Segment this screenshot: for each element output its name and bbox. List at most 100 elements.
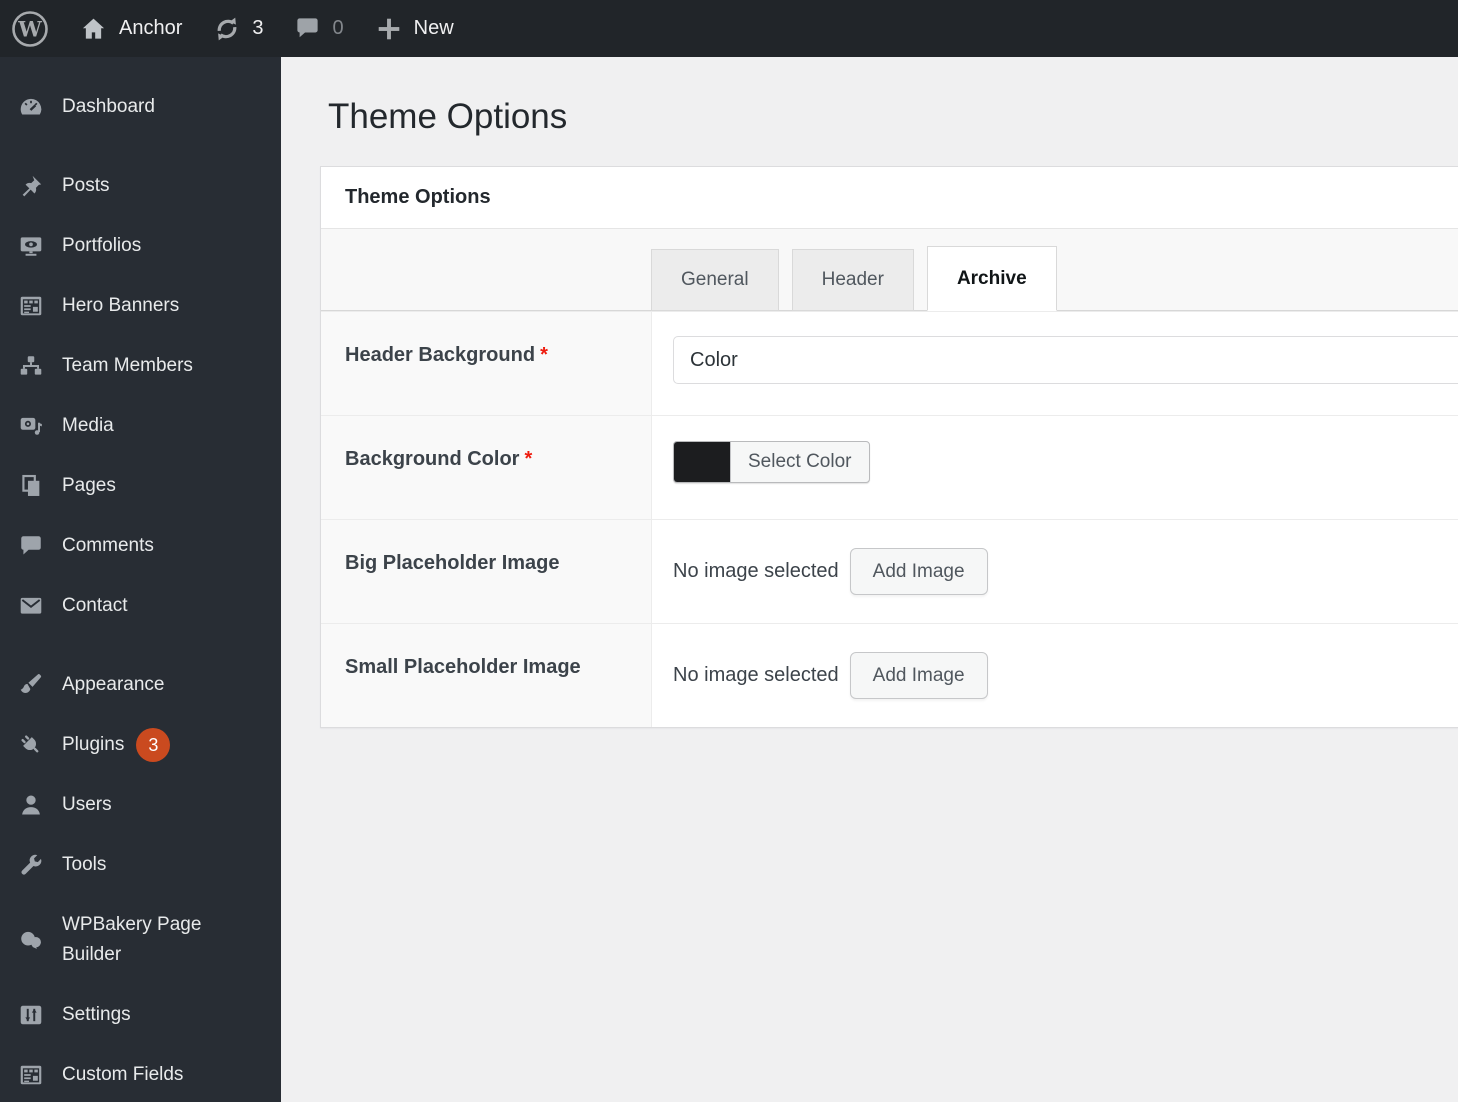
sidebar-item-label: Media <box>62 415 114 436</box>
updates-icon <box>212 14 242 44</box>
sidebar-item-label: Contact <box>62 595 128 616</box>
camera-note-icon <box>18 413 44 439</box>
comments-count: 0 <box>332 17 344 39</box>
add-image-button[interactable]: Add Image <box>849 652 988 699</box>
wordpress-admin: W Anchor 3 0 New Dashboard Posts Portfol… <box>0 0 1458 1102</box>
field-label-text: Small Placeholder Image <box>345 656 581 678</box>
admin-top-bar: W Anchor 3 0 New <box>0 0 1458 57</box>
sidebar-item-comments[interactable]: Comments <box>0 516 281 576</box>
admin-sidebar: Dashboard Posts Portfolios Hero Banners … <box>0 57 281 1102</box>
new-label: New <box>413 17 454 39</box>
wordpress-menu[interactable]: W <box>10 0 50 57</box>
form-row-big-placeholder-image: Big Placeholder Image No image selected … <box>321 519 1458 623</box>
wrench-icon <box>18 852 44 878</box>
updates-count: 3 <box>252 17 264 39</box>
sidebar-item-label: Custom Fields <box>62 1064 184 1085</box>
tab-general[interactable]: General <box>651 249 779 311</box>
pushpin-icon <box>18 173 44 199</box>
comments-bubble-icon <box>294 15 321 42</box>
required-asterisk: * <box>524 448 533 470</box>
sidebar-item-custom-fields[interactable]: Custom Fields <box>0 1045 281 1102</box>
new-content-menu[interactable]: New <box>376 0 454 57</box>
field-label: Small Placeholder Image <box>321 624 652 727</box>
comments-menu[interactable]: 0 <box>294 0 344 57</box>
add-image-button[interactable]: Add Image <box>849 548 988 595</box>
sidebar-item-plugins[interactable]: Plugins 3 <box>0 715 281 775</box>
required-asterisk: * <box>540 344 548 366</box>
custom-fields-table-icon <box>18 1062 44 1088</box>
field-control-cell: Color <box>652 312 1458 415</box>
sidebar-item-label: Comments <box>62 535 154 556</box>
site-name-label: Anchor <box>119 17 183 39</box>
sidebar-item-label: Settings <box>62 1004 131 1025</box>
sidebar-item-wpbakery[interactable]: WPBakery Page Builder <box>0 895 281 985</box>
sidebar-item-label: Tools <box>62 854 107 875</box>
home-icon <box>80 15 107 42</box>
field-label: Big Placeholder Image <box>321 520 652 623</box>
background-color-picker[interactable]: Select Color <box>673 441 870 483</box>
image-status-text: No image selected <box>673 560 839 582</box>
field-control-cell: No image selected Add Image <box>652 624 1458 727</box>
field-label: Background Color * <box>321 416 652 519</box>
big-placeholder-image-control: No image selected Add Image <box>673 548 1458 595</box>
sidebar-item-dashboard[interactable]: Dashboard <box>0 77 281 137</box>
form-row-small-placeholder-image: Small Placeholder Image No image selecte… <box>321 623 1458 727</box>
envelope-icon <box>18 593 44 619</box>
tab-archive[interactable]: Archive <box>926 246 1057 311</box>
sidebar-item-label: Plugins <box>62 734 125 755</box>
sidebar-item-appearance[interactable]: Appearance <box>0 655 281 715</box>
field-label-text: Big Placeholder Image <box>345 552 560 574</box>
plug-icon <box>18 732 44 758</box>
dashboard-gauge-icon <box>18 94 44 120</box>
form-row-header-background: Header Background * Color <box>321 311 1458 415</box>
wordpress-logo-icon: W <box>10 9 50 49</box>
sidebar-item-portfolios[interactable]: Portfolios <box>0 216 281 276</box>
svg-text:W: W <box>17 16 42 41</box>
panel-header: Theme Options <box>321 167 1458 229</box>
sidebar-item-label: Team Members <box>62 355 193 376</box>
sidebar-item-label: Portfolios <box>62 235 142 256</box>
sidebar-item-posts[interactable]: Posts <box>0 156 281 216</box>
sidebar-item-pages[interactable]: Pages <box>0 456 281 516</box>
admin-menu: Dashboard Posts Portfolios Hero Banners … <box>0 57 281 1102</box>
sidebar-item-label: WPBakery Page Builder <box>62 914 202 965</box>
banner-table-icon <box>18 293 44 319</box>
panel-title: Theme Options <box>345 186 491 208</box>
tab-header[interactable]: Header <box>791 249 914 311</box>
select-color-button: Select Color <box>730 442 869 482</box>
sidebar-item-contact[interactable]: Contact <box>0 576 281 636</box>
sidebar-item-hero-banners[interactable]: Hero Banners <box>0 276 281 336</box>
image-status-text: No image selected <box>673 664 839 686</box>
field-label-text: Header Background <box>345 344 536 366</box>
sidebar-item-label: Pages <box>62 475 116 496</box>
form-row-background-color: Background Color * Select Color <box>321 415 1458 519</box>
page-title: Theme Options <box>328 97 568 136</box>
field-label: Header Background * <box>321 312 652 415</box>
portfolio-screen-icon <box>18 233 44 259</box>
sidebar-item-team-members[interactable]: Team Members <box>0 336 281 396</box>
sidebar-item-users[interactable]: Users <box>0 775 281 835</box>
main-content: Theme Options Theme Options General Head… <box>281 57 1458 1102</box>
field-control-cell: No image selected Add Image <box>652 520 1458 623</box>
sidebar-item-label: Dashboard <box>62 96 155 117</box>
sidebar-item-label: Posts <box>62 175 110 196</box>
sidebar-item-label: Users <box>62 794 112 815</box>
org-chart-icon <box>18 353 44 379</box>
sidebar-item-media[interactable]: Media <box>0 396 281 456</box>
tab-bar: General Header Archive <box>321 229 1458 311</box>
site-name-menu[interactable]: Anchor <box>80 0 182 57</box>
paintbrush-icon <box>18 672 44 698</box>
comment-bubble-icon <box>18 533 44 559</box>
updates-menu[interactable]: 3 <box>212 0 264 57</box>
wpbakery-icon <box>18 927 44 953</box>
small-placeholder-image-control: No image selected Add Image <box>673 652 1458 699</box>
field-control-cell: Select Color <box>652 416 1458 519</box>
sidebar-item-tools[interactable]: Tools <box>0 835 281 895</box>
sidebar-item-settings[interactable]: Settings <box>0 985 281 1045</box>
plugins-update-badge: 3 <box>136 728 171 762</box>
theme-options-panel: Theme Options General Header Archive Hea… <box>320 166 1458 728</box>
field-label-text: Background Color <box>345 448 520 470</box>
sidebar-item-label: Hero Banners <box>62 295 180 316</box>
header-background-select[interactable]: Color <box>673 336 1458 384</box>
sliders-icon <box>18 1002 44 1028</box>
